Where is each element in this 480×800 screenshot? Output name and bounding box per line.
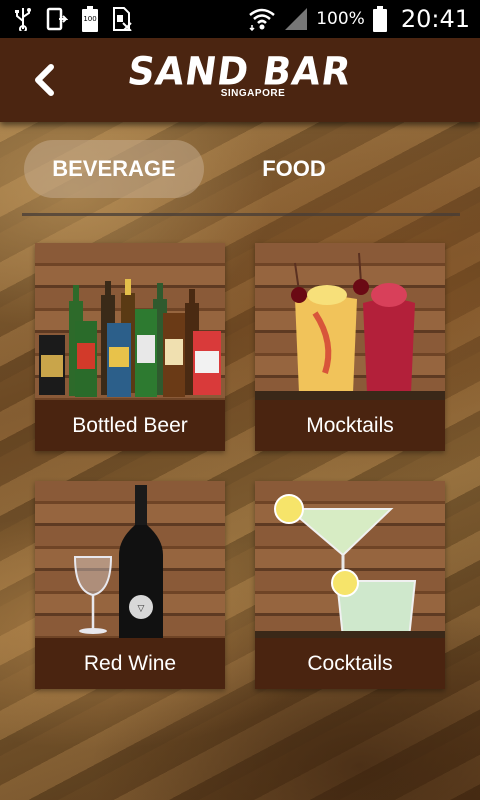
tab-food[interactable]: FOOD bbox=[210, 140, 378, 198]
battery-percent: 100% bbox=[316, 9, 365, 29]
battery-icon bbox=[372, 6, 387, 32]
tab-beverage[interactable]: BEVERAGE bbox=[24, 140, 204, 198]
sim-card-icon bbox=[112, 7, 132, 31]
app-header: SAND BAR SINGAPORE bbox=[0, 38, 480, 122]
mocktail-glasses-image bbox=[255, 243, 445, 400]
usb-icon bbox=[14, 7, 32, 31]
svg-text:100: 100 bbox=[83, 15, 96, 23]
category-label: Mocktails bbox=[255, 400, 445, 451]
screen-rotate-icon bbox=[46, 7, 68, 31]
category-label: Cocktails bbox=[255, 638, 445, 689]
category-card-cocktails[interactable]: Cocktails bbox=[255, 481, 445, 689]
tab-divider bbox=[22, 213, 460, 216]
category-card-bottled-beer[interactable]: Bottled Beer bbox=[35, 243, 225, 451]
sand-background bbox=[0, 122, 480, 800]
category-card-red-wine[interactable]: ▽ Red Wine bbox=[35, 481, 225, 689]
clock: 20:41 bbox=[400, 5, 470, 33]
battery-small-icon: 100 bbox=[82, 6, 98, 32]
status-bar: 100 100% 20:41 bbox=[0, 0, 480, 38]
logo-title: SAND BAR bbox=[125, 48, 355, 95]
svg-text:▽: ▽ bbox=[138, 604, 145, 614]
category-label: Red Wine bbox=[35, 638, 225, 689]
wine-bottle-image: ▽ bbox=[35, 481, 225, 638]
category-label: Bottled Beer bbox=[35, 400, 225, 451]
cocktail-glasses-image bbox=[255, 481, 445, 638]
wifi-icon bbox=[248, 7, 276, 31]
category-card-mocktails[interactable]: Mocktails bbox=[255, 243, 445, 451]
signal-icon bbox=[284, 7, 308, 31]
beer-bottles-image bbox=[35, 243, 225, 400]
app-logo: SAND BAR SINGAPORE bbox=[0, 48, 480, 99]
